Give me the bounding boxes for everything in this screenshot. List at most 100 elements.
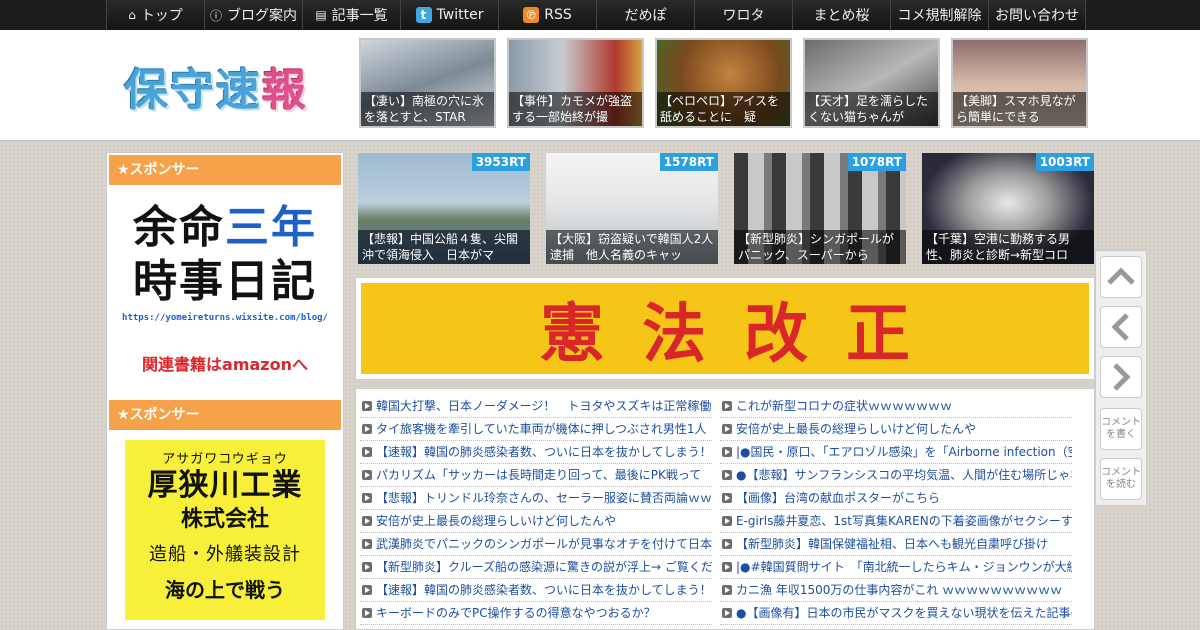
nav-item-twitter[interactable]: t Twitter <box>400 0 498 30</box>
header-thumb[interactable]: 【美脚】スマホ見ながら簡単にできる <box>951 38 1088 128</box>
article-list-left: 韓国大打撃、日本ノーダメージ！ トヨタやスズキは正常稼働 タイ旅客機を牽引してい… <box>360 395 712 625</box>
nav-label: だめぽ <box>624 8 667 24</box>
list-item-text: パカリズム「サッカーは長時間走り回って、最後にPK戦って <box>376 468 702 482</box>
chevron-left-icon <box>1111 313 1129 341</box>
list-item[interactable]: 韓国大打撃、日本ノーダメージ！ トヨタやスズキは正常稼働 <box>360 395 712 418</box>
list-item[interactable]: ●【画像有】日本の市民がマスクを買えない現状を伝えた記事の <box>720 602 1072 625</box>
list-item[interactable]: カニ漁 年収1500万の仕事内容がこれ ｗｗｗｗｗｗｗｗｗｗ <box>720 579 1072 602</box>
header-thumb[interactable]: 【凄い】南極の穴に氷を落とすと、STAR <box>359 38 496 128</box>
header-thumb[interactable]: 【天才】足を濡らしたくない猫ちゃんが <box>803 38 940 128</box>
ad-company-suffix: 株式会社 <box>180 507 269 532</box>
list-item[interactable]: E-girls藤井夏恋、1st写真集KARENの下着姿画像がセクシーすぎ <box>720 510 1072 533</box>
list-item-text: 安倍が史上最長の総理らしいけど何したんや <box>376 514 617 528</box>
list-item-text: |●#韓国質問サイト 「南北統一したらキム・ジョンウンが大統 <box>736 560 1072 574</box>
nav-item-rss[interactable]: ℗ RSS <box>498 0 596 30</box>
popular-thumb[interactable]: 1003RT 【千葉】空港に勤務する男性、肺炎と診断→新型コロ <box>922 153 1094 264</box>
ad-line1-a: 余命 <box>133 202 225 253</box>
popular-thumb[interactable]: 3953RT 【悲報】中国公船４隻、尖閣沖で領海侵入 日本がマ <box>358 153 530 264</box>
thumb-caption: 【新型肺炎】シンガポールがパニック、スーパーから <box>734 230 906 264</box>
list-item[interactable]: 【新型肺炎】韓国保健福祉相、日本へも観光自粛呼び掛け <box>720 533 1072 556</box>
home-icon: ⌂ <box>128 8 136 22</box>
rss-icon: ℗ <box>523 7 540 23</box>
nav-item-articles[interactable]: ▤ 記事一覧 <box>302 0 400 30</box>
thumb-caption: 【千葉】空港に勤務する男性、肺炎と診断→新型コロ <box>922 230 1094 264</box>
nav-item-comment-unblock[interactable]: コメ規制解除 <box>890 0 988 30</box>
list-icon: ▤ <box>315 8 327 22</box>
arrow-icon <box>362 516 372 526</box>
info-icon: ⓘ <box>209 8 222 23</box>
arrow-icon <box>362 401 372 411</box>
forward-button[interactable] <box>1100 356 1142 398</box>
sponsor-heading: ★スポンサー <box>109 155 341 185</box>
thumb-caption: 【悲報】中国公船４隻、尖閣沖で領海侵入 日本がマ <box>358 230 530 264</box>
list-item-text: 安倍が史上最長の総理らしいけど何したんや <box>736 422 977 436</box>
list-item-text: キーボードのみでPC操作するの得意なやつおるか？ <box>376 606 656 620</box>
ad-amazon-link[interactable]: 関連書籍はamazonへ <box>107 351 343 375</box>
floating-toolbar: コメントを書く コメントを読む <box>1095 250 1147 506</box>
list-item[interactable]: 【画像】台湾の献血ポスターがこちら <box>720 487 1072 510</box>
list-item[interactable]: これが新型コロナの症状ｗｗｗｗｗｗｗ <box>720 395 1072 418</box>
header-thumb[interactable]: 【ペロペロ】アイスを舐めることに 疑 <box>655 38 792 128</box>
site-logo[interactable]: 保守速報 <box>124 54 308 118</box>
rt-count-badge: 1078RT <box>847 153 906 171</box>
header-thumb[interactable]: 【事件】カモメが強盗する一部始終が撮 <box>507 38 644 128</box>
write-comment-button[interactable]: コメントを書く <box>1100 408 1142 450</box>
sponsor-ad-yomei[interactable]: 余命三年 時事日記 https://yomeireturns.wixsite.c… <box>107 187 343 397</box>
nav-label: お問い合わせ <box>995 8 1079 24</box>
nav-item-contact[interactable]: お問い合わせ <box>988 0 1086 30</box>
rt-count-badge: 1578RT <box>659 153 718 171</box>
arrow-icon <box>722 470 732 480</box>
back-button[interactable] <box>1100 306 1142 348</box>
list-item-text: これが新型コロナの症状ｗｗｗｗｗｗｗ <box>736 399 953 413</box>
ad-company-name: 厚狭川工業 <box>147 468 303 503</box>
scroll-top-button[interactable] <box>1100 256 1142 298</box>
list-item-text: 【新型肺炎】韓国保健福祉相、日本へも観光自粛呼び掛け <box>736 537 1049 551</box>
list-item[interactable]: 【速報】韓国の肺炎感染者数、ついに日本を抜かしてしまう！ <box>360 579 712 602</box>
list-item[interactable]: タイ旅客機を牽引していた車両が機体に押しつぶされ男性1人 <box>360 418 712 441</box>
nav-item-matome[interactable]: まとめ桜 <box>792 0 890 30</box>
header-thumbnails: 【凄い】南極の穴に氷を落とすと、STAR 【事件】カモメが強盗する一部始終が撮 … <box>359 38 1088 128</box>
constitution-banner[interactable]: 憲法改正 <box>355 277 1095 380</box>
arrow-icon <box>722 493 732 503</box>
list-item-text: 【画像】台湾の献血ポスターがこちら <box>736 491 941 505</box>
arrow-icon <box>362 493 372 503</box>
list-item[interactable]: パカリズム「サッカーは長時間走り回って、最後にPK戦って <box>360 464 712 487</box>
thumb-caption: 【天才】足を濡らしたくない猫ちゃんが <box>805 92 938 126</box>
nav-item-top[interactable]: ⌂ トップ <box>106 0 204 30</box>
list-item[interactable]: 【悲報】トリンドル玲奈さんの、セーラー服姿に賛否両論ｗｗ <box>360 487 712 510</box>
list-item[interactable]: |●#韓国質問サイト 「南北統一したらキム・ジョンウンが大統 <box>720 556 1072 579</box>
arrow-icon <box>722 424 732 434</box>
nav-item-warota[interactable]: ワロタ <box>694 0 792 30</box>
nav-item-damepo[interactable]: だめぽ <box>596 0 694 30</box>
arrow-icon <box>722 585 732 595</box>
ad-url: https://yomeireturns.wixsite.com/blog/ <box>122 313 328 323</box>
list-item[interactable]: 安倍が史上最長の総理らしいけど何したんや <box>720 418 1072 441</box>
banner-inner: 憲法改正 <box>361 283 1089 374</box>
popular-thumb[interactable]: 1078RT 【新型肺炎】シンガポールがパニック、スーパーから <box>734 153 906 264</box>
arrow-icon <box>722 608 732 618</box>
arrow-icon <box>362 539 372 549</box>
list-item[interactable]: 安倍が史上最長の総理らしいけど何したんや <box>360 510 712 533</box>
list-item-text: 武漢肺炎でパニックのシンガポールが見事なオチを付けて日本 <box>376 537 712 551</box>
sponsor-heading: ★スポンサー <box>109 400 341 430</box>
arrow-icon <box>722 447 732 457</box>
list-item[interactable]: 【新型肺炎】クルーズ船の感染源に驚きの説が浮上→ ご覧くだ <box>360 556 712 579</box>
sponsor-ad-asagawa[interactable]: アサガワコウギョウ 厚狭川工業 株式会社 造船・外艤装設計 海の上で戦う <box>125 440 325 620</box>
sidebar: ★スポンサー 余命三年 時事日記 https://yomeireturns.wi… <box>106 152 344 630</box>
popular-thumb[interactable]: 1578RT 【大阪】窃盗疑いで韓国人2人逮捕 他人名義のキャッ <box>546 153 718 264</box>
list-item-text: カニ漁 年収1500万の仕事内容がこれ ｗｗｗｗｗｗｗｗｗｗ <box>736 583 1063 597</box>
list-item-text: 【新型肺炎】クルーズ船の感染源に驚きの説が浮上→ ご覧くだ <box>376 560 712 574</box>
thumb-caption: 【美脚】スマホ見ながら簡単にできる <box>953 92 1086 126</box>
nav-label: ワロタ <box>722 8 765 24</box>
nav-item-guide[interactable]: ⓘ ブログ案内 <box>204 0 302 30</box>
list-item[interactable]: 武漢肺炎でパニックのシンガポールが見事なオチを付けて日本 <box>360 533 712 556</box>
banner-text: 憲法改正 <box>540 296 948 372</box>
list-item[interactable]: ●【悲報】サンフランシスコの平均気温、人間が住む場所じゃな <box>720 464 1072 487</box>
ad-kana: アサガワコウギョウ <box>162 452 288 467</box>
chevron-right-icon <box>1113 363 1131 391</box>
arrow-icon <box>362 562 372 572</box>
list-item[interactable]: |●国民・原口、「エアロゾル感染」を「Airborne infection（空気 <box>720 441 1072 464</box>
list-item[interactable]: キーボードのみでPC操作するの得意なやつおるか？ <box>360 602 712 625</box>
list-item[interactable]: 【速報】韓国の肺炎感染者数、ついに日本を抜かしてしまう！ <box>360 441 712 464</box>
read-comment-button[interactable]: コメントを読む <box>1100 458 1142 500</box>
